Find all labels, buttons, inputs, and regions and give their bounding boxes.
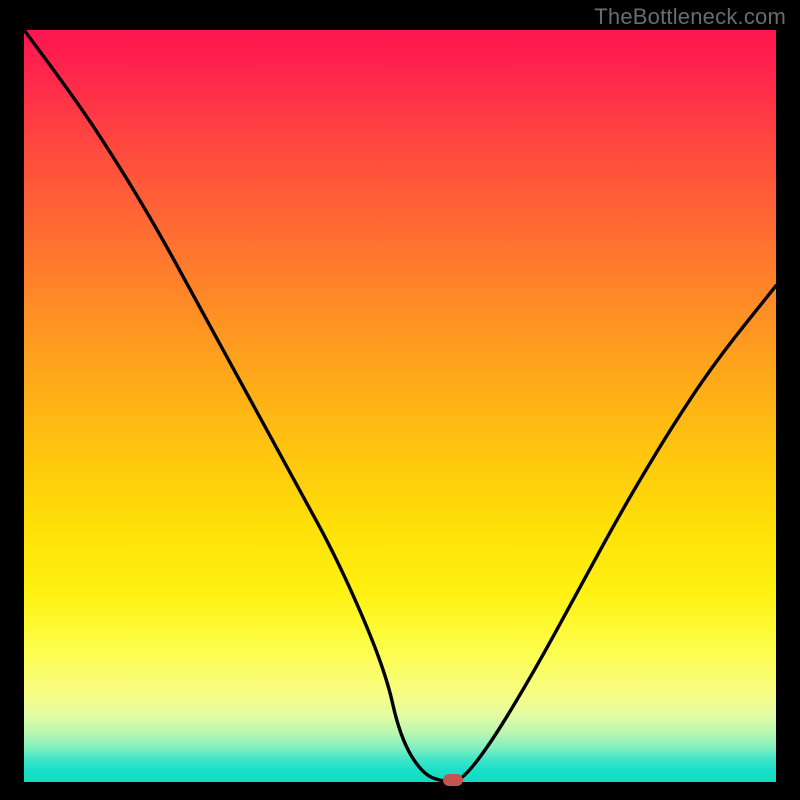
curve-svg	[24, 30, 776, 782]
bottleneck-curve	[24, 30, 776, 782]
chart-frame: TheBottleneck.com	[0, 0, 800, 800]
watermark-text: TheBottleneck.com	[594, 4, 786, 30]
min-marker	[443, 774, 463, 786]
plot-area	[24, 30, 776, 782]
